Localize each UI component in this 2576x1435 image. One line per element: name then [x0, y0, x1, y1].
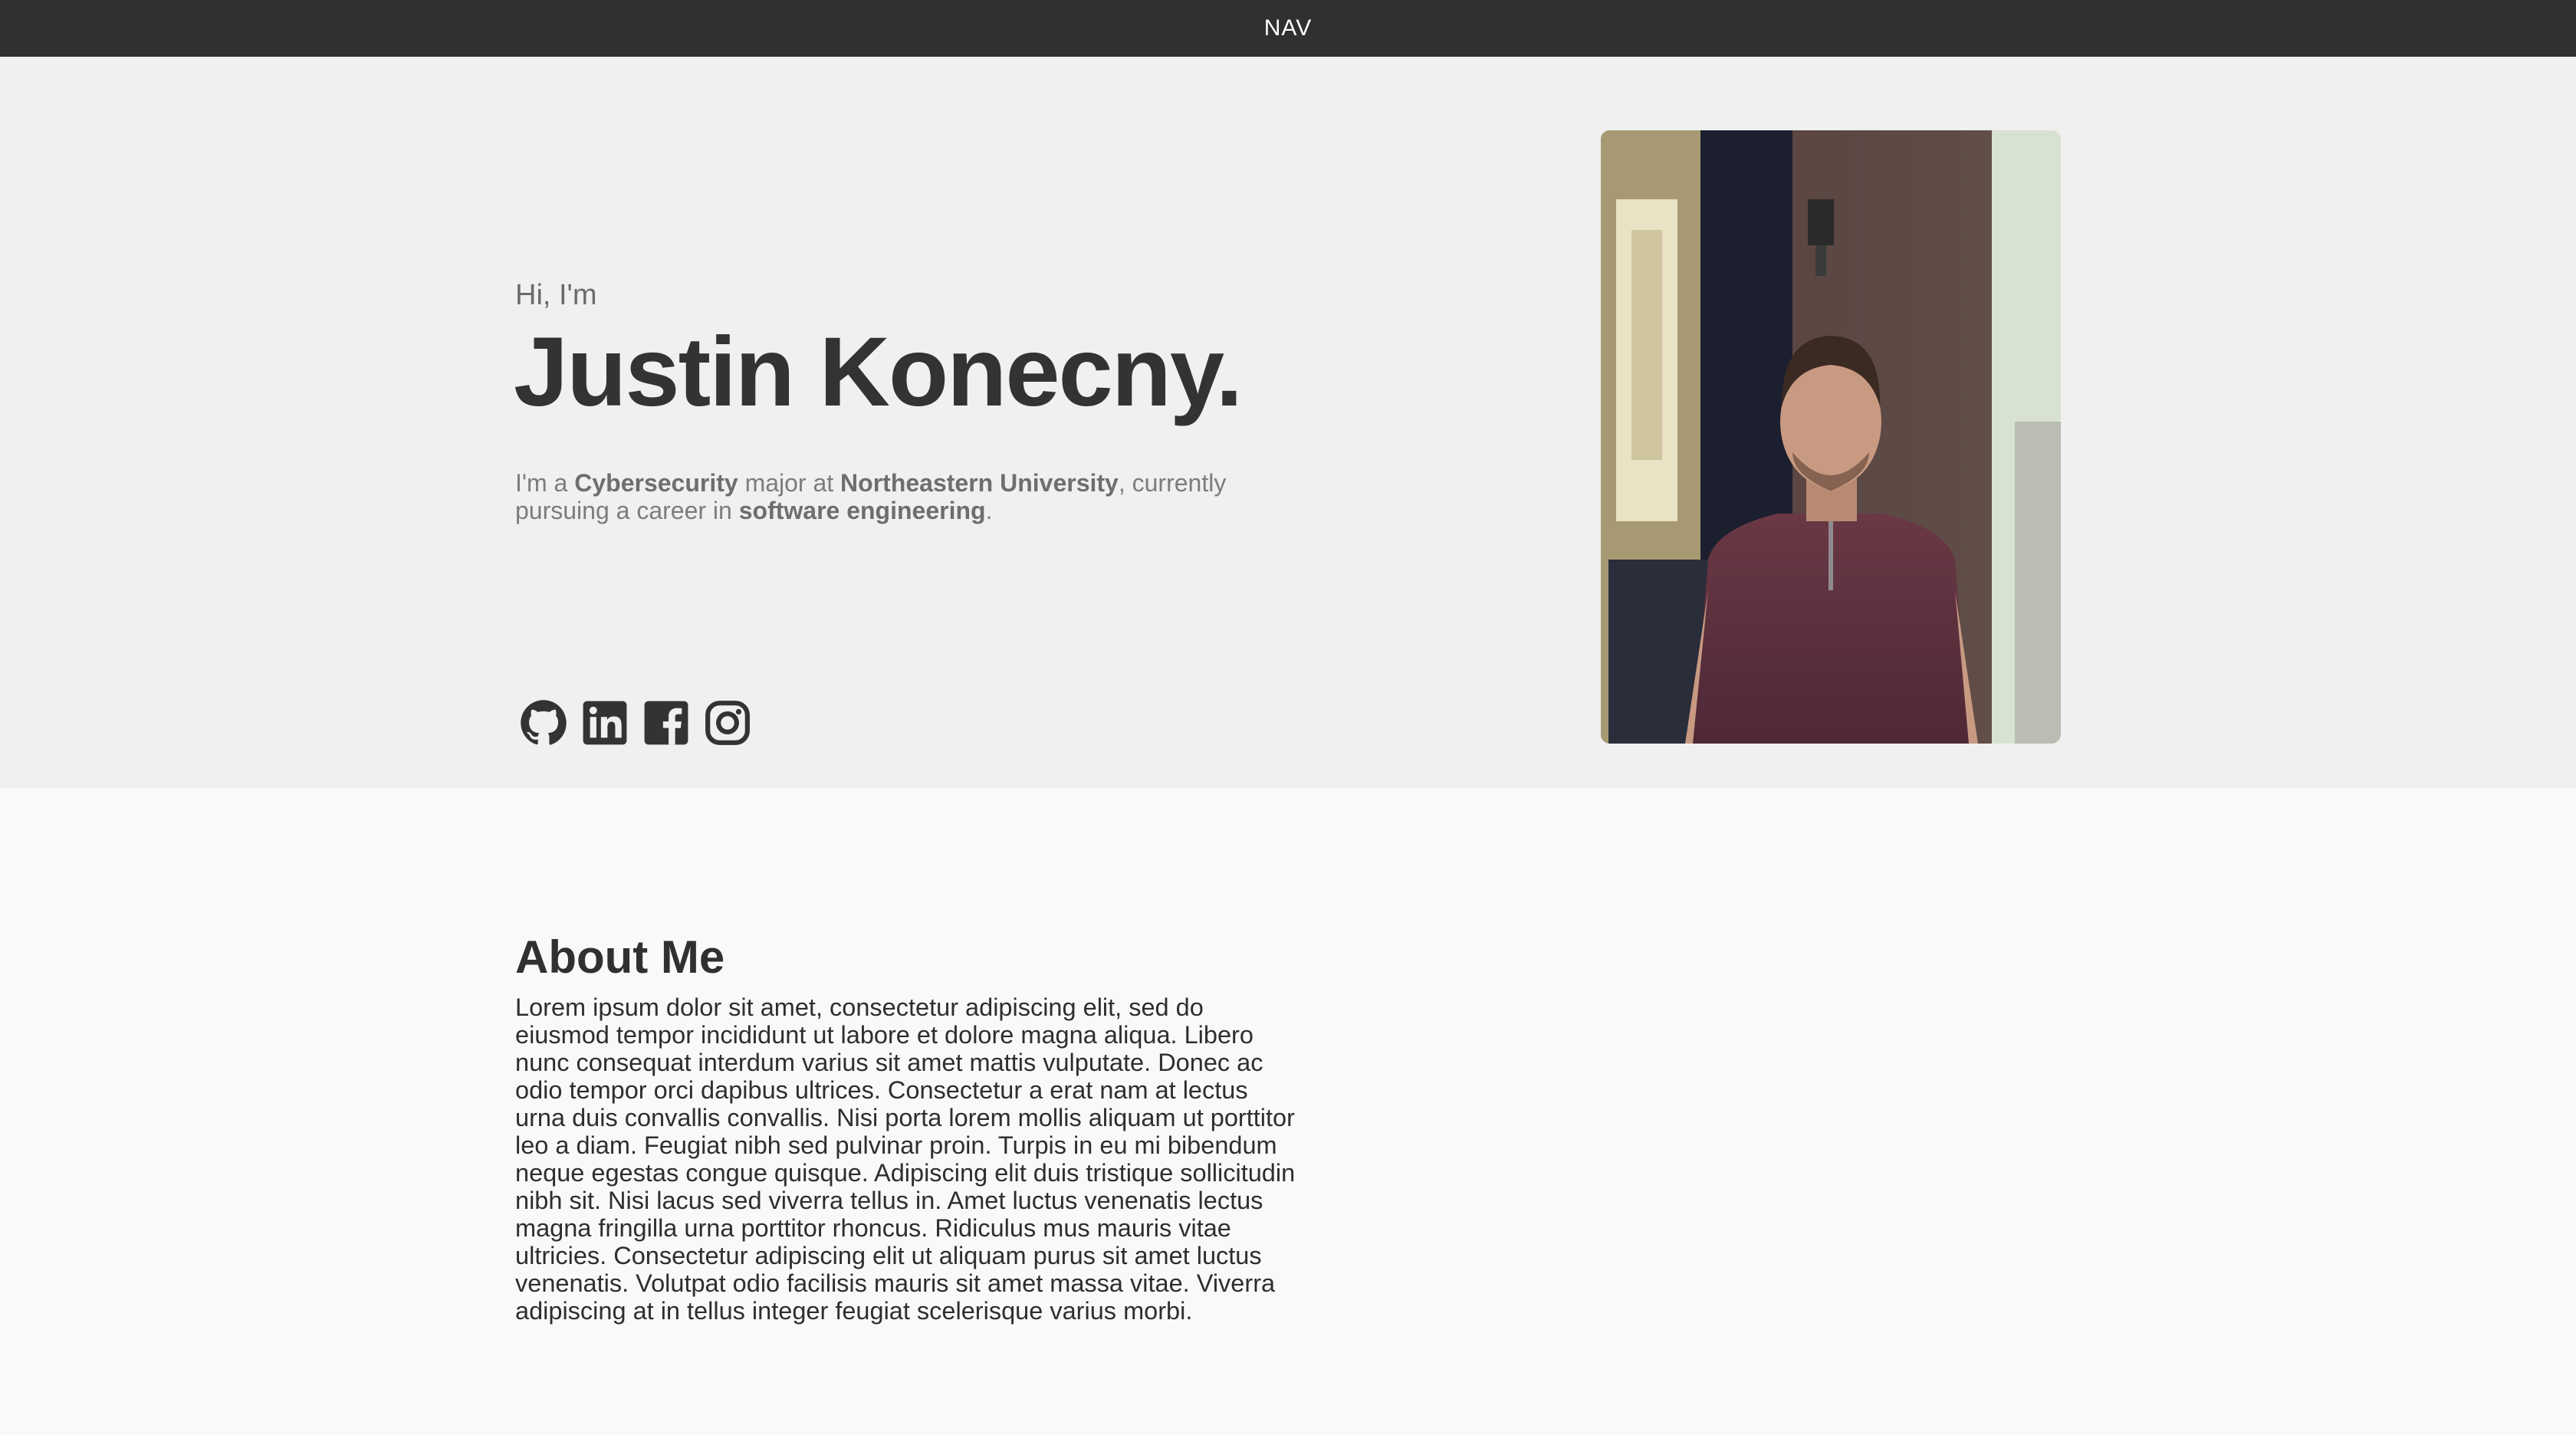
- social-links: [520, 699, 751, 747]
- github-icon: [521, 700, 567, 745]
- linkedin-icon: [583, 701, 627, 745]
- hero-desc-text: .: [985, 497, 993, 524]
- hero-desc-text: I'm a: [515, 469, 575, 497]
- hero-desc-university: Northeastern University: [840, 469, 1119, 497]
- profile-photo-illustration: [1601, 130, 2061, 744]
- profile-photo: [1601, 130, 2061, 744]
- github-link[interactable]: [520, 699, 567, 747]
- hero-desc-text: major at: [738, 469, 841, 497]
- facebook-icon: [644, 701, 688, 745]
- hero-desc-career: software engineering: [738, 497, 986, 524]
- nav-bar: NAV: [0, 0, 2576, 57]
- about-body: Lorem ipsum dolor sit amet, consectetur …: [515, 993, 1296, 1325]
- instagram-link[interactable]: [704, 699, 751, 747]
- hero-description: I'm a Cybersecurity major at Northeaster…: [515, 469, 1297, 524]
- hero-desc-major: Cybersecurity: [574, 469, 738, 497]
- facebook-link[interactable]: [642, 699, 690, 747]
- instagram-icon: [705, 701, 750, 745]
- nav-label[interactable]: NAV: [1264, 15, 1312, 41]
- linkedin-link[interactable]: [581, 699, 629, 747]
- hero-name: Justin Konecny.: [514, 317, 1243, 427]
- about-title: About Me: [515, 931, 725, 983]
- hero-greeting: Hi, I'm: [515, 279, 597, 311]
- hero-section: Hi, I'm Justin Konecny. I'm a Cybersecur…: [0, 57, 2576, 788]
